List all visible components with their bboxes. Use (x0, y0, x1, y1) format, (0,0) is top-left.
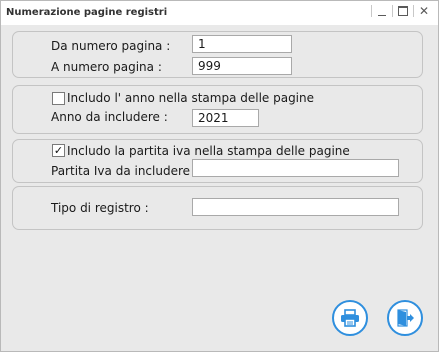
register-type-group: Tipo di registro : (12, 186, 423, 230)
separator (371, 5, 372, 17)
vat-group: ✓ Includo la partita iva nella stampa de… (12, 139, 423, 183)
close-button[interactable]: ✕ (416, 3, 432, 19)
close-icon: ✕ (418, 4, 430, 18)
separator (392, 5, 393, 17)
dialog-window: Numerazione pagine registri ✕ Da numero … (0, 0, 439, 352)
year-input[interactable]: 2021 (192, 109, 259, 127)
maximize-button[interactable] (395, 3, 411, 19)
register-type-label: Tipo di registro : (51, 201, 149, 215)
from-page-label: Da numero pagina : (51, 39, 171, 53)
vat-input[interactable] (192, 159, 399, 177)
window-title: Numerazione pagine registri (6, 7, 168, 18)
to-page-input[interactable]: 999 (192, 57, 292, 75)
include-vat-label[interactable]: Includo la partita iva nella stampa dell… (67, 144, 350, 158)
print-button[interactable] (332, 300, 368, 336)
printer-icon (341, 309, 359, 327)
include-year-label[interactable]: Includo l' anno nella stampa delle pagin… (67, 91, 314, 105)
to-page-label: A numero pagina : (51, 60, 162, 74)
minimize-icon (378, 14, 386, 16)
page-range-group: Da numero pagina : 1 A numero pagina : 9… (12, 31, 423, 78)
year-label: Anno da includere : (51, 110, 168, 124)
exit-door-icon (397, 309, 414, 327)
include-vat-checkbox[interactable]: ✓ (52, 144, 65, 157)
vat-label: Partita Iva da includere : (51, 164, 198, 178)
register-type-input[interactable] (192, 198, 399, 216)
maximize-icon (398, 6, 408, 16)
window-controls: ✕ (369, 3, 432, 19)
title-bar: Numerazione pagine registri ✕ (1, 1, 438, 25)
exit-button[interactable] (387, 300, 423, 336)
separator (413, 5, 414, 17)
minimize-button[interactable] (374, 3, 390, 19)
year-group: Includo l' anno nella stampa delle pagin… (12, 85, 423, 134)
include-year-checkbox[interactable] (52, 92, 65, 105)
from-page-input[interactable]: 1 (192, 35, 292, 53)
